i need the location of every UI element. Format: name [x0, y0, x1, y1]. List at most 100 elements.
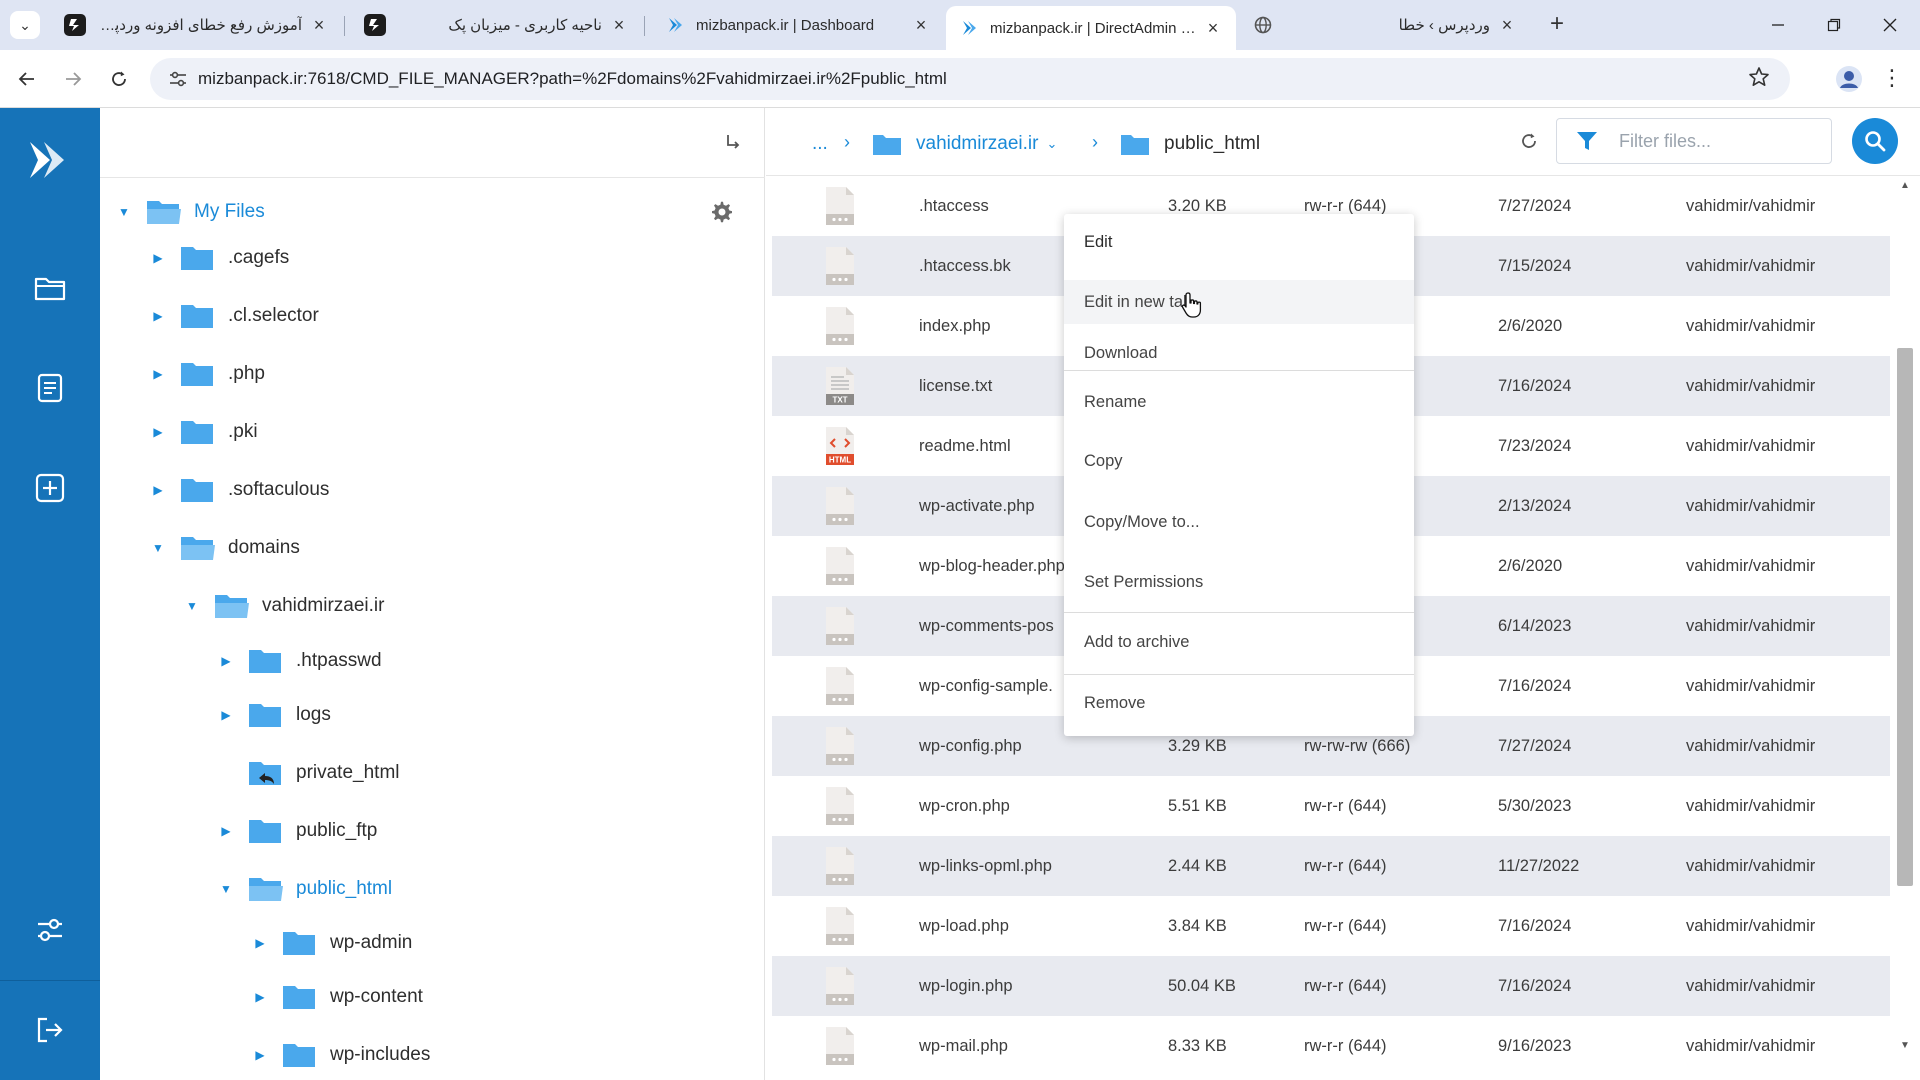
caret-right-icon[interactable]: ▶ [218, 824, 234, 838]
scrollbar-thumb[interactable] [1897, 348, 1913, 886]
file-manager-nav-button[interactable] [30, 268, 70, 308]
caret-down-icon[interactable]: ▼ [150, 541, 166, 555]
tree-item-private-html[interactable]: ▶private_html [218, 751, 400, 795]
caret-right-icon[interactable]: ▶ [252, 1048, 268, 1062]
context-menu-set-permissions[interactable]: Set Permissions [1064, 560, 1414, 604]
file-name[interactable]: wp-links-opml.php [919, 857, 1052, 876]
caret-right-icon[interactable]: ▶ [252, 990, 268, 1004]
new-tab-button[interactable]: + [1544, 12, 1570, 38]
directadmin-logo-icon[interactable] [24, 134, 76, 186]
context-menu-rename[interactable]: Rename [1064, 380, 1414, 424]
close-window-button[interactable] [1870, 8, 1910, 42]
close-icon[interactable]: × [1496, 15, 1518, 36]
tree-settings-gear-icon[interactable] [710, 200, 734, 224]
context-menu-copy-move-to[interactable]: Copy/Move to... [1064, 500, 1414, 544]
address-bar[interactable]: mizbanpack.ir:7618/CMD_FILE_MANAGER?path… [150, 58, 1790, 100]
documents-nav-button[interactable] [30, 368, 70, 408]
tree-item-wp-admin[interactable]: ▶ wp-admin [252, 921, 412, 965]
scroll-down-icon[interactable]: ▼ [1900, 1040, 1910, 1051]
browser-menu-icon[interactable]: ⋮ [1880, 64, 1904, 94]
settings-sliders-nav-button[interactable] [30, 910, 70, 950]
file-name[interactable]: wp-comments-pos [919, 617, 1054, 636]
tree-item-vahidmirzaei-ir[interactable]: ▼ vahidmirzaei.ir [184, 584, 384, 628]
tree-item-dot-htpasswd[interactable]: ▶ .htpasswd [218, 639, 382, 683]
tree-item-dot-pki[interactable]: ▶ .pki [150, 410, 258, 454]
file-row[interactable]: wp-mail.php 8.33 KB rw-r-r (644) 9/16/2023 v… [772, 1016, 1890, 1076]
logout-nav-button[interactable] [30, 1010, 70, 1050]
tree-item-wp-includes[interactable]: ▶ wp-includes [252, 1033, 430, 1077]
search-button[interactable] [1852, 118, 1898, 164]
tree-item-public-html[interactable]: ▼ public_html [218, 867, 392, 911]
file-row[interactable]: wp-load.php 3.84 KB rw-r-r (644) 7/16/2024 v… [772, 896, 1890, 956]
file-name[interactable]: wp-activate.php [919, 497, 1035, 516]
tree-item-dot-cagefs[interactable]: ▶ .cagefs [150, 236, 289, 280]
profile-avatar-icon[interactable] [1832, 62, 1866, 96]
caret-down-icon[interactable]: ▼ [218, 882, 234, 896]
url-text[interactable]: mizbanpack.ir:7618/CMD_FILE_MANAGER?path… [198, 69, 947, 89]
tree-item-dot-cl-selector[interactable]: ▶ .cl.selector [150, 294, 319, 338]
tree-item-logs[interactable]: ▶ logs [218, 693, 331, 737]
file-name[interactable]: .htaccess [919, 197, 989, 216]
file-name[interactable]: wp-load.php [919, 917, 1009, 936]
caret-right-icon[interactable]: ▶ [252, 936, 268, 950]
file-name[interactable]: wp-mail.php [919, 1037, 1008, 1056]
context-menu-edit[interactable]: Edit [1064, 220, 1414, 264]
caret-right-icon[interactable]: ▶ [150, 309, 166, 323]
collapse-tree-button[interactable] [721, 132, 745, 156]
site-info-icon[interactable] [158, 70, 198, 88]
file-name[interactable]: wp-blog-header.php [919, 557, 1065, 576]
browser-tab-2[interactable]: ناحیه کاربری - میزبان پک × [352, 6, 642, 44]
context-menu-copy[interactable]: Copy [1064, 439, 1414, 483]
browser-tab-4-active[interactable]: mizbanpack.ir | DirectAdmin 1.6 × [946, 6, 1236, 50]
browser-tab-5[interactable]: وردپرس › خطا × [1240, 6, 1530, 44]
browser-tab-3[interactable]: mizbanpack.ir | Dashboard × [652, 6, 944, 44]
file-name[interactable]: index.php [919, 317, 991, 336]
file-row[interactable]: wp-cron.php 5.51 KB rw-r-r (644) 5/30/2023 v… [772, 776, 1890, 836]
file-name[interactable]: wp-config.php [919, 737, 1022, 756]
caret-down-icon[interactable]: ▼ [184, 599, 200, 613]
tree-item-public-ftp[interactable]: ▶ public_ftp [218, 809, 377, 853]
filter-files-input[interactable] [1619, 130, 1809, 152]
tree-item-dot-php[interactable]: ▶ .php [150, 352, 265, 396]
close-icon[interactable]: × [608, 15, 630, 36]
reload-button[interactable] [104, 64, 134, 94]
tree-item-dot-softaculous[interactable]: ▶ .softaculous [150, 468, 329, 512]
refresh-button[interactable] [1514, 128, 1544, 158]
scroll-up-icon[interactable]: ▲ [1900, 180, 1910, 191]
breadcrumb-domain[interactable]: vahidmirzaei.ir ⌄ [872, 130, 1057, 158]
caret-right-icon[interactable]: ▶ [150, 367, 166, 381]
tab-search-button[interactable]: ⌄ [10, 11, 40, 39]
file-row[interactable]: wp-login.php 50.04 KB rw-r-r (644) 7/16/202… [772, 956, 1890, 1016]
context-menu-remove[interactable]: Remove [1064, 681, 1414, 725]
tree-item-wp-content[interactable]: ▶ wp-content [252, 975, 423, 1019]
file-row[interactable]: wp-links-opml.php 2.44 KB rw-r-r (644) 11/2… [772, 836, 1890, 896]
minimize-button[interactable] [1758, 8, 1798, 42]
close-icon[interactable]: × [308, 15, 330, 36]
close-icon[interactable]: × [1202, 18, 1224, 39]
tree-item-domains[interactable]: ▼ domains [150, 526, 300, 570]
create-new-nav-button[interactable] [30, 468, 70, 508]
caret-right-icon[interactable]: ▶ [218, 654, 234, 668]
forward-button[interactable] [58, 64, 88, 94]
context-menu-download[interactable]: Download [1064, 331, 1414, 375]
caret-down-icon[interactable]: ▼ [116, 205, 132, 219]
restore-button[interactable] [1814, 8, 1854, 42]
file-name[interactable]: license.txt [919, 377, 992, 396]
caret-right-icon[interactable]: ▶ [218, 708, 234, 722]
context-menu-add-to-archive[interactable]: Add to archive [1064, 620, 1414, 664]
browser-tab-1[interactable]: آموزش رفع خطای افزونه وردپرس × [52, 6, 342, 44]
file-name[interactable]: wp-cron.php [919, 797, 1010, 816]
file-name[interactable]: wp-config-sample. [919, 677, 1053, 696]
breadcrumb-ellipsis[interactable]: ... [812, 130, 828, 158]
file-name[interactable]: wp-login.php [919, 977, 1013, 996]
close-icon[interactable]: × [910, 15, 932, 36]
chevron-down-icon[interactable]: ⌄ [1046, 136, 1057, 152]
tree-root-my-files[interactable]: ▼ My Files [116, 190, 265, 234]
caret-right-icon[interactable]: ▶ [150, 483, 166, 497]
context-menu-edit-in-new-tab[interactable]: Edit in new tab [1064, 280, 1414, 324]
back-button[interactable] [12, 64, 42, 94]
caret-right-icon[interactable]: ▶ [150, 251, 166, 265]
caret-right-icon[interactable]: ▶ [150, 425, 166, 439]
bookmark-star-icon[interactable] [1748, 66, 1770, 94]
file-name[interactable]: readme.html [919, 437, 1011, 456]
